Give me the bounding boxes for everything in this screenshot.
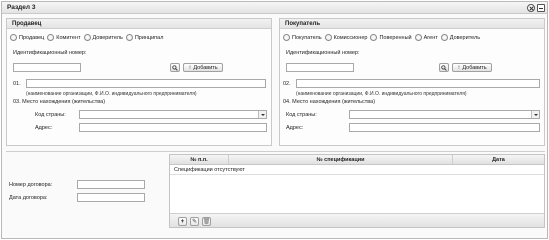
section-divider [6,151,545,152]
radio-principal[interactable]: Принципал [125,34,163,41]
contract-number-label: Номер договора: [9,182,53,188]
seller-country-label: Код страны: [35,112,66,118]
column-header-spec-number[interactable]: № спецификации [229,155,453,164]
seller-heading: Продавец [7,19,271,29]
radio-circle-icon[interactable] [283,34,290,41]
add-row-button[interactable]: + [178,217,187,226]
arrow-up-icon: ↑ [188,64,192,71]
seller-id-label: Идентификационный номер: [13,50,87,56]
seller-role-radios: Продавец Комитент Доверитель Принципал [10,34,163,41]
radio-circle-icon[interactable] [414,34,422,41]
radio-circle-icon[interactable] [47,34,55,41]
buyer-country-select[interactable] [349,110,540,119]
buyer-country-label: Код страны: [286,112,317,118]
seller-address-input[interactable] [79,123,267,132]
buyer-name-hint: (наименование организации, Ф.И.О. индиви… [296,91,467,97]
trash-icon: 🗑 [202,219,211,225]
seller-panel: Продавец Продавец Комитент Доверитель Пр… [6,18,272,146]
contract-date-label: Дата договора: [9,195,48,201]
seller-country-select[interactable] [79,110,267,119]
buyer-add-button[interactable]: ↑ Добавить [452,63,492,72]
chevron-down-icon[interactable] [258,111,266,118]
buyer-location-label: 04. Место нахождения (жительства) [283,99,376,105]
contract-number-input[interactable] [77,180,145,189]
table-toolbar: + ✎ 🗑 [170,213,544,227]
radio-seller[interactable]: Продавец [10,34,44,41]
section-window: Раздел 3 Продавец Продавец Комитент Дове… [1,1,548,239]
buyer-id-label: Идентификационный номер: [286,50,360,56]
specifications-table: № п.п. № спецификации Дата Спецификации … [169,154,545,228]
seller-location-label: 03. Место нахождения (жительства) [13,99,106,105]
radio-attorney[interactable]: Поверенный [370,34,412,41]
search-icon [172,64,178,71]
buyer-name-input[interactable] [296,79,540,88]
radio-circle-icon[interactable] [83,34,91,41]
radio-circle-icon[interactable] [370,34,378,41]
seller-name-input[interactable] [26,79,266,88]
buyer-role-radios: Покупатель Комиссионер Поверенный Агент … [283,34,480,41]
buyer-num-label: 02. [283,81,291,87]
contract-date-input[interactable] [77,193,145,202]
radio-committent[interactable]: Комитент [47,34,81,41]
close-icon[interactable] [527,4,535,12]
radio-principal-trustor[interactable]: Доверитель [83,34,123,41]
radio-buyer[interactable]: Покупатель [283,34,322,41]
seller-add-button[interactable]: ↑ Добавить [183,63,223,72]
radio-circle-icon[interactable] [324,34,332,41]
window-title: Раздел 3 [7,4,36,11]
edit-row-button[interactable]: ✎ [190,217,199,226]
minimize-icon[interactable] [537,4,545,12]
radio-agent[interactable]: Агент [414,34,438,41]
buyer-heading: Покупатель [280,19,544,29]
buyer-search-button[interactable] [439,63,449,72]
buyer-address-input[interactable] [349,123,540,132]
radio-commissioner[interactable]: Комиссионер [324,34,367,41]
table-header: № п.п. № спецификации Дата [170,155,544,165]
delete-row-button[interactable]: 🗑 [202,217,211,226]
seller-address-label: Адрес: [35,125,53,131]
arrow-up-icon: ↑ [457,64,461,71]
radio-circle-icon[interactable] [125,34,133,41]
chevron-down-icon[interactable] [531,111,539,118]
seller-num-label: 01. [13,81,21,87]
empty-table-message: Спецификации отсутствуют [170,165,544,175]
column-header-index[interactable]: № п.п. [170,155,229,164]
seller-name-hint: (наименование организации, Ф.И.О. индиви… [26,91,197,97]
plus-icon: + [180,218,185,225]
buyer-address-label: Адрес: [286,125,304,131]
pencil-icon: ✎ [191,219,198,225]
title-bar: Раздел 3 [2,2,547,14]
seller-id-input[interactable] [13,63,81,72]
search-icon [441,64,447,71]
column-header-date[interactable]: Дата [453,155,544,164]
buyer-panel: Покупатель Покупатель Комиссионер Повере… [279,18,545,146]
radio-trustor[interactable]: Доверитель [440,34,480,41]
radio-circle-icon[interactable] [440,34,448,41]
buyer-id-input[interactable] [286,63,354,72]
seller-search-button[interactable] [170,63,180,72]
radio-circle-icon[interactable] [10,34,17,41]
